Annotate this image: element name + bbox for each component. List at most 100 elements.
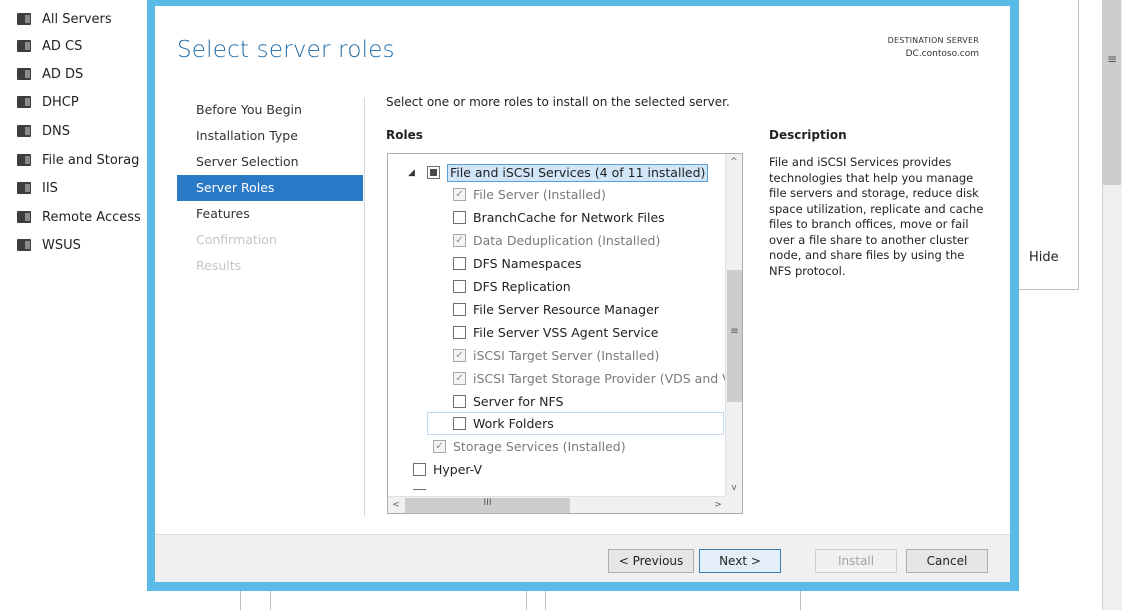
roles-vertical-scrollbar[interactable]: ^ ≡ v [725,154,742,496]
roles-horizontal-scrollbar[interactable]: < III > [388,496,726,513]
role-file-iscsi-services[interactable]: ◢ File and iSCSI Services (4 of 11 insta… [408,161,709,184]
nav-results: Results [196,258,242,273]
role-checkbox[interactable] [453,280,466,293]
instruction-text: Select one or more roles to install on t… [386,95,730,109]
next-button[interactable]: Next > [699,549,781,573]
background-column-divider [270,590,271,610]
background-panel [1019,0,1079,290]
role-fsrm[interactable]: File Server Resource Manager [453,298,659,321]
background-column-divider [240,590,241,610]
add-roles-wizard: Select server roles DESTINATION SERVER D… [147,0,1019,591]
role-dfs-replication[interactable]: DFS Replication [453,275,571,298]
sidebar-item-iis[interactable]: IIS [16,177,148,199]
role-work-folders[interactable]: Work Folders [427,412,724,435]
role-iscsi-storage-provider: ✓ iSCSI Target Storage Provider (VDS and… [453,367,743,390]
wizard-nav: Before You Begin Installation Type Serve… [177,97,363,279]
background-column-divider [800,590,801,610]
wsus-icon [16,238,32,252]
role-checkbox: ✓ [453,349,466,362]
previous-button[interactable]: < Previous [608,549,694,573]
nav-features[interactable]: Features [177,201,363,227]
role-label: File Server VSS Agent Service [473,325,659,340]
role-branchcache[interactable]: BranchCache for Network Files [453,206,665,229]
scroll-down-icon[interactable]: v [726,480,742,496]
role-label: File and iSCSI Services (4 of 11 install… [447,163,709,182]
role-label: File Server (Installed) [473,187,606,202]
sidebar-item-remote-access[interactable]: Remote Access [16,206,148,228]
nav-before-you-begin[interactable]: Before You Begin [177,97,363,123]
file-storage-icon [16,153,32,167]
background-column-divider [526,590,527,610]
dns-icon [16,124,32,138]
role-checkbox: ✓ [453,188,466,201]
nav-divider [364,98,365,516]
role-storage-services: ✓ Storage Services (Installed) [433,435,626,458]
background-scroll-grip-icon: ≡ [1106,52,1118,66]
role-label: iSCSI Target Storage Provider (VDS and V… [473,371,743,386]
scroll-left-icon[interactable]: < [388,497,404,513]
role-hyper-v[interactable]: Hyper-V [413,458,482,481]
role-checkbox[interactable] [453,395,466,408]
nav-server-roles[interactable]: Server Roles [177,175,363,201]
role-checkbox: ✓ [433,440,446,453]
role-label: BranchCache for Network Files [473,210,665,225]
remote-access-icon [16,210,32,224]
role-vss-agent[interactable]: File Server VSS Agent Service [453,321,658,344]
dhcp-icon [16,95,32,109]
description-heading: Description [769,128,847,142]
sidebar-item-ad-cs[interactable]: AD CS [16,35,148,57]
ad-cs-icon [16,39,32,53]
role-dfs-namespaces[interactable]: DFS Namespaces [453,252,582,275]
sidebar-item-ad-ds[interactable]: AD DS [16,63,148,85]
server-manager-sidebar: All Servers AD CS AD DS DHCP DNS File an… [0,0,148,610]
hide-link[interactable]: Hide [1029,250,1059,265]
role-label: Hyper-V [433,462,483,477]
iis-icon [16,181,32,195]
all-servers-icon [16,12,32,26]
role-file-server: ✓ File Server (Installed) [453,183,606,206]
nav-installation-type[interactable]: Installation Type [177,123,363,149]
sidebar-item-all-servers[interactable]: All Servers [16,8,148,30]
role-label: Server for NFS [473,394,564,409]
role-label: Storage Services (Installed) [453,439,626,454]
role-checkbox[interactable] [453,417,466,430]
wizard-footer: < Previous Next > Install Cancel [155,534,1010,582]
role-label: File Server Resource Manager [473,302,659,317]
role-label: Work Folders [473,416,554,431]
sidebar-item-wsus[interactable]: WSUS [16,234,148,256]
sidebar-item-file-storage[interactable]: File and Storag [16,149,148,171]
sidebar-item-dns[interactable]: DNS [16,120,148,142]
cancel-button[interactable]: Cancel [906,549,988,573]
role-label: DFS Namespaces [473,256,582,271]
destination-server-name: DC.contoso.com [905,49,979,59]
collapse-triangle-icon[interactable]: ◢ [408,168,417,178]
sidebar-item-dhcp[interactable]: DHCP [16,91,148,113]
background-scrollbar-thumb[interactable] [1103,0,1121,185]
scroll-grip-icon: ≡ [730,326,739,337]
scrollbar-corner [725,496,742,513]
role-label: Data Deduplication (Installed) [473,233,661,248]
install-button: Install [815,549,897,573]
role-checkbox[interactable] [453,257,466,270]
nav-server-selection[interactable]: Server Selection [177,149,363,175]
role-file-iscsi-checkbox[interactable] [427,166,440,179]
role-server-for-nfs[interactable]: Server for NFS [453,390,563,413]
scroll-up-icon[interactable]: ^ [726,154,742,170]
role-label: iSCSI Target Server (Installed) [473,348,660,363]
scroll-grip-icon: III [483,498,492,508]
role-data-deduplication: ✓ Data Deduplication (Installed) [453,229,660,252]
roles-heading: Roles [386,128,423,142]
scroll-right-icon[interactable]: > [710,497,726,513]
role-checkbox: ✓ [453,372,466,385]
role-checkbox[interactable] [453,211,466,224]
role-checkbox[interactable] [453,303,466,316]
roles-tree[interactable]: ◢ File and iSCSI Services (4 of 11 insta… [387,153,743,514]
role-checkbox[interactable] [413,463,426,476]
page-title: Select server roles [177,37,395,63]
ad-ds-icon [16,67,32,81]
description-text: File and iSCSI Services provides technol… [769,155,984,278]
role-label: DFS Replication [473,279,571,294]
role-checkbox[interactable] [453,326,466,339]
role-iscsi-target-server: ✓ iSCSI Target Server (Installed) [453,344,659,367]
partial-checkbox-edge [413,489,426,495]
